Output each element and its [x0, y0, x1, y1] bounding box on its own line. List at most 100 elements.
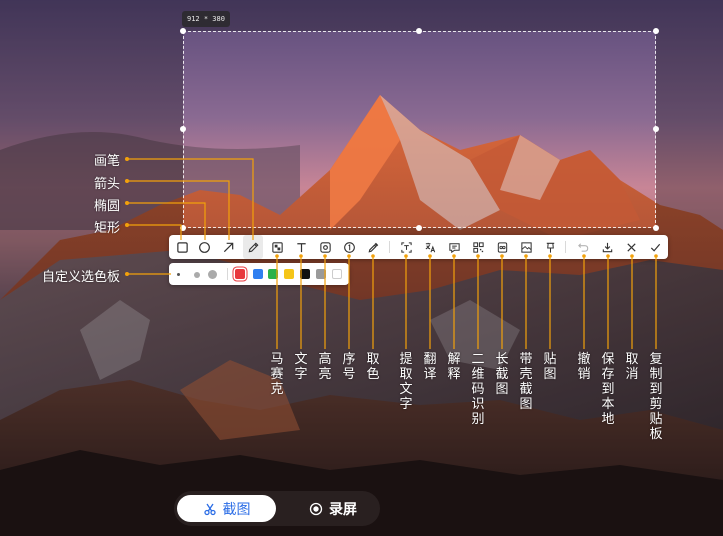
- record-mode-button[interactable]: 录屏: [298, 495, 368, 522]
- resize-handle-s[interactable]: [416, 225, 422, 231]
- text-icon: [296, 242, 306, 252]
- label-char: 文: [399, 382, 413, 397]
- label-char: 到: [601, 382, 615, 397]
- label-char: 剪: [649, 397, 663, 412]
- save-tool[interactable]: [597, 235, 617, 259]
- toolbar-separator: [565, 241, 566, 253]
- screenshot-mode-label: 截图: [222, 501, 251, 518]
- tool-description-label: 解释: [447, 352, 461, 382]
- label-char: 码: [471, 382, 485, 397]
- label-char: 制: [649, 367, 663, 382]
- tool-description-label: 取消: [625, 352, 639, 382]
- cancel-tool[interactable]: [621, 235, 641, 259]
- color-swatch[interactable]: [332, 269, 342, 279]
- label-char: 图: [495, 382, 509, 397]
- resize-handle-nw[interactable]: [180, 28, 186, 34]
- color-swatch[interactable]: [253, 269, 263, 279]
- long-screenshot-tool[interactable]: [492, 235, 512, 259]
- ellipse-tool[interactable]: [194, 235, 214, 259]
- translate-tool[interactable]: [420, 235, 440, 259]
- mosaic-tool[interactable]: [267, 235, 287, 259]
- label-char: 高: [318, 352, 332, 367]
- label-char: 字: [294, 367, 308, 382]
- color-swatch[interactable]: [284, 269, 294, 279]
- label-char: 提: [399, 352, 413, 367]
- copy-tool[interactable]: [645, 235, 665, 259]
- label-char: 字: [399, 397, 413, 412]
- stroke-size-medium[interactable]: [194, 271, 200, 278]
- label-char: 亮: [318, 367, 332, 382]
- label-char: 克: [270, 382, 284, 397]
- qrcode-tool[interactable]: [468, 235, 488, 259]
- frame-screenshot-tool[interactable]: [516, 235, 536, 259]
- tool-description-label: 保存到本地: [601, 352, 615, 427]
- resize-handle-e[interactable]: [653, 126, 659, 132]
- resize-handle-ne[interactable]: [653, 28, 659, 34]
- color-picker-tool[interactable]: [363, 235, 383, 259]
- number-tool[interactable]: [339, 235, 359, 259]
- callout-ellipse: 椭圆: [94, 199, 121, 214]
- label-char: 带: [519, 352, 533, 367]
- pen-icon: [248, 242, 258, 252]
- tool-description-label: 马赛克: [270, 352, 284, 397]
- label-char: 销: [577, 367, 591, 382]
- translate-icon: [425, 242, 435, 252]
- rectangle-tool[interactable]: [172, 235, 192, 259]
- screenshot-mode-button[interactable]: 截图: [177, 495, 276, 522]
- numbered-circle-icon: [343, 241, 355, 253]
- stroke-size-small[interactable]: [177, 273, 180, 276]
- pin-tool[interactable]: [540, 235, 560, 259]
- label-char: 翻: [423, 352, 437, 367]
- text-tool[interactable]: [291, 235, 311, 259]
- color-swatch[interactable]: [235, 269, 245, 279]
- palette-separator: [227, 268, 228, 280]
- tool-description-label: 带壳截图: [519, 352, 533, 412]
- tool-description-label: 二维码识别: [471, 352, 485, 427]
- undo-tool[interactable]: [573, 235, 593, 259]
- label-char: 保: [601, 352, 615, 367]
- arrow-icon: [223, 242, 233, 252]
- label-char: 取: [399, 367, 413, 382]
- tool-description-label: 高亮: [318, 352, 332, 382]
- resize-handle-n[interactable]: [416, 28, 422, 34]
- label-char: 赛: [270, 367, 284, 382]
- resize-handle-w[interactable]: [180, 126, 186, 132]
- resize-handle-sw[interactable]: [180, 225, 186, 231]
- label-char: 贴: [543, 352, 557, 367]
- tool-description-label: 文字: [294, 352, 308, 382]
- annotation-toolbar: [169, 235, 668, 259]
- eyedropper-icon: [368, 242, 378, 252]
- explain-tool[interactable]: [444, 235, 464, 259]
- callout-rectangle: 矩形: [94, 221, 121, 236]
- resize-handle-se[interactable]: [653, 225, 659, 231]
- pin-icon: [546, 242, 554, 253]
- label-char: 取: [625, 352, 639, 367]
- label-char: 壳: [519, 367, 533, 382]
- label-char: 色: [366, 367, 380, 382]
- color-swatch[interactable]: [316, 269, 326, 279]
- record-mode-label: 录屏: [329, 501, 357, 518]
- label-char: 释: [447, 367, 461, 382]
- color-swatch[interactable]: [268, 269, 278, 279]
- color-swatch[interactable]: [300, 269, 310, 279]
- tool-description-label: 贴图: [543, 352, 557, 382]
- label-char: 号: [342, 367, 356, 382]
- pen-tool[interactable]: [243, 235, 263, 259]
- ocr-tool[interactable]: [396, 235, 416, 259]
- undo-icon: [577, 242, 588, 252]
- label-char: 板: [649, 427, 663, 442]
- selection-area[interactable]: [183, 31, 656, 228]
- tool-description-label: 撤销: [577, 352, 591, 382]
- label-char: 文: [294, 352, 308, 367]
- tool-description-label: 翻译: [423, 352, 437, 382]
- label-char: 图: [519, 397, 533, 412]
- highlight-tool[interactable]: [315, 235, 335, 259]
- scissors-icon: [203, 503, 216, 515]
- arrow-tool[interactable]: [218, 235, 238, 259]
- label-char: 到: [649, 382, 663, 397]
- stroke-size-large[interactable]: [208, 270, 217, 279]
- scan-text-icon: [400, 241, 412, 253]
- label-char: 截: [495, 367, 509, 382]
- tool-description-label: 取色: [366, 352, 380, 382]
- label-char: 序: [342, 352, 356, 367]
